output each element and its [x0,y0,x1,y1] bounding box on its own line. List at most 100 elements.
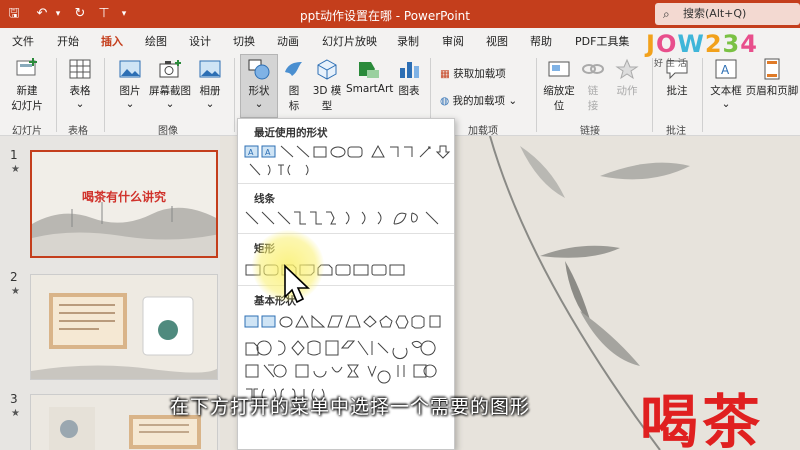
tab-insert[interactable]: 插入 [101,33,123,54]
save-icon[interactable]: 🖫 [6,6,22,22]
slide-thumbnail-2[interactable] [30,274,218,380]
addin-icon: ◍ [440,95,450,107]
table-button[interactable]: 表格 ⌄ [62,58,98,110]
slide-title-text: 喝茶 [640,388,765,450]
tab-transitions[interactable]: 切换 [233,33,255,49]
tab-help[interactable]: 帮助 [530,33,552,49]
shapes-dropdown-icon: ⌄ [254,98,264,110]
tab-pdf-tools[interactable]: PDF工具集 [575,33,629,49]
tab-slideshow[interactable]: 幻灯片放映 [322,33,377,49]
search-label: 搜索(Alt+Q) [683,7,747,20]
header-footer-label: 页眉和页脚 [745,85,799,97]
new-slide-button[interactable]: 新建 幻灯片 [6,58,48,113]
get-addins-button[interactable]: ▦ 获取加载项 [440,66,520,81]
table-dropdown-icon: ⌄ [75,98,85,110]
smartart-icon [359,62,379,78]
section-recent-shapes: 最近使用的形状 [254,127,328,139]
redo-icon[interactable]: ↻ [72,6,88,22]
3d-model-sublabel: 型 [321,100,333,112]
header-footer-button[interactable]: 页眉和页脚 [744,58,800,98]
shapes-icon [248,59,270,80]
textbox-dropdown-icon: ⌄ [721,98,731,110]
album-button[interactable]: 相册 ⌄ [192,58,228,110]
search-input[interactable]: ⌕ 搜索(Alt+Q) [655,3,800,25]
divider [238,183,454,184]
textbox-button[interactable]: A 文本框 ⌄ [706,58,746,110]
shapes-button[interactable]: 形状 ⌄ [240,58,278,110]
zoom-button[interactable]: 缩放定 位 [540,58,578,113]
window-title: ppt动作设置在哪 - PowerPoint [300,9,470,23]
my-addins-label: 我的加载项 [452,95,506,107]
picture-button[interactable]: 图片 ⌄ [112,58,148,110]
logo-subtitle: 好 生 活 [654,59,687,69]
new-slide-label: 新建 [16,85,38,97]
slide-number: 2 [10,270,18,284]
lines-row[interactable] [244,209,452,227]
tab-file[interactable]: 文件 [12,33,34,49]
tab-draw[interactable]: 绘图 [145,33,167,49]
get-addins-label: 获取加载项 [453,68,506,80]
recent-shapes-row[interactable] [244,161,452,179]
screenshot-label: 屏幕截图 [149,85,191,97]
link-button[interactable]: 链 接 [580,58,606,113]
undo-icon[interactable]: ↶ [34,6,50,22]
svg-text:A: A [721,63,730,77]
new-slide-sublabel: 幻灯片 [11,100,43,112]
tab-view[interactable]: 视图 [486,33,508,49]
shapes-label: 形状 [248,85,270,97]
bird-icon [285,62,302,76]
svg-text:A: A [265,148,271,157]
link-label: 链 [587,85,599,97]
album-dropdown-icon: ⌄ [205,98,215,110]
new-slide-icon [16,58,37,76]
tab-animations[interactable]: 动画 [277,33,299,49]
site-logo: JOW234 [646,30,758,58]
slide-thumbnail-1[interactable]: 喝茶有什么讲究 [30,150,218,258]
screenshot-button[interactable]: 屏幕截图 ⌄ [148,58,192,110]
comment-label: 批注 [666,85,688,97]
action-button[interactable]: 动作 [610,58,644,98]
basic-shapes-grid[interactable] [244,313,452,443]
transition-star-icon: ★ [11,164,20,175]
store-icon: ▦ [440,68,450,80]
divider [56,58,57,132]
divider [234,58,235,132]
chart-label: 图表 [398,85,420,97]
smartart-button[interactable]: SmartArt [346,58,393,95]
camera-icon [159,60,181,78]
group-label-addins: 加载项 [468,126,498,137]
video-subtitle: 在下方打开的菜单中选择一个需要的图形 [170,396,531,418]
present-icon[interactable]: ⊤ [96,6,112,22]
section-lines: 线条 [254,193,275,205]
table-label: 表格 [69,85,91,97]
icons-button[interactable]: 图 标 [280,58,308,113]
tab-design[interactable]: 设计 [189,33,211,49]
divider [652,58,653,132]
search-icon: ⌕ [663,7,670,21]
cube-icon [317,59,337,80]
screenshot-dropdown-icon: ⌄ [165,98,175,110]
divider [104,58,105,132]
my-addins-button[interactable]: ◍ 我的加载项 ⌄ [440,93,530,108]
group-label-links: 链接 [580,126,600,137]
tab-review[interactable]: 审阅 [442,33,464,49]
undo-dropdown-icon[interactable]: ▾ [50,6,66,22]
slide-1-title: 喝茶有什么讲究 [81,190,166,204]
textbox-icon: A [715,59,737,79]
group-label-images: 图像 [158,126,178,137]
slide-number: 3 [10,392,18,406]
action-label: 动作 [616,85,638,97]
transition-star-icon: ★ [11,286,20,297]
tab-record[interactable]: 录制 [397,33,419,49]
group-label-comments: 批注 [666,126,686,137]
recent-shapes-row[interactable]: A A [244,143,452,161]
zoom-sublabel: 位 [553,100,565,112]
tab-home[interactable]: 开始 [57,33,79,49]
customize-toolbar-icon[interactable]: ▾ [116,6,132,22]
icons-sublabel: 标 [288,100,300,112]
link-sublabel: 接 [587,100,599,112]
chart-button[interactable]: 图表 [394,58,424,98]
my-addins-dropdown-icon: ⌄ [508,95,518,107]
ink-landscape-image [32,152,216,256]
3d-model-button[interactable]: 3D 模 型 [310,58,344,113]
